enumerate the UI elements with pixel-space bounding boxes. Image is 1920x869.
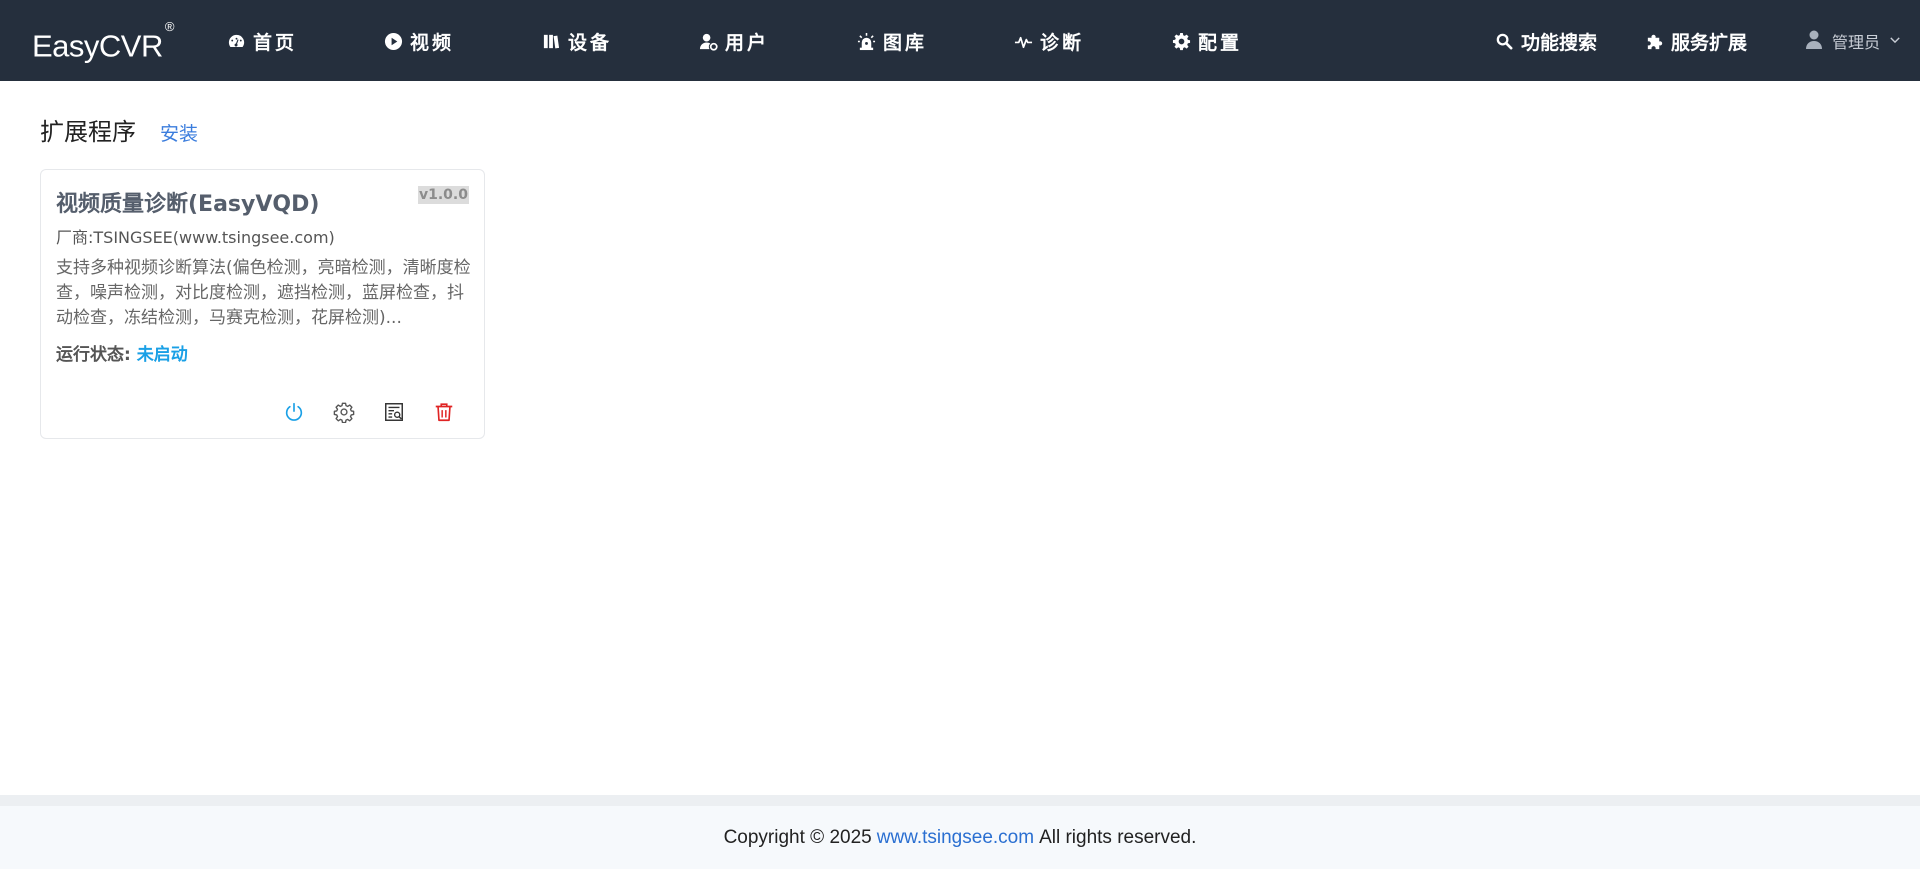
- nav-item-home[interactable]: 首页: [226, 28, 297, 54]
- nav-label: 诊断: [1040, 31, 1085, 54]
- user-name: 管理员: [1831, 33, 1880, 52]
- page-header: 扩展程序 安装: [40, 112, 198, 147]
- user-menu[interactable]: 管理员: [1804, 28, 1902, 54]
- feature-search-label: 功能搜索: [1521, 31, 1598, 54]
- log-view-icon[interactable]: [382, 400, 406, 424]
- plugin-vendor: 厂商:TSINGSEE(www.tsingsee.com): [56, 228, 335, 247]
- library-icon: [541, 31, 561, 51]
- footer-link[interactable]: www.tsingsee.com: [877, 827, 1034, 849]
- service-extension-label: 服务扩展: [1671, 31, 1748, 54]
- gear-icon: [1171, 31, 1191, 51]
- nav-item-video[interactable]: 视频: [383, 28, 454, 54]
- plugin-card: 视频质量诊断(EasyVQD) v1.0.0 厂商:TSINGSEE(www.t…: [40, 169, 485, 439]
- nav-item-config[interactable]: 配置: [1171, 28, 1242, 54]
- status-label: 运行状态:: [56, 345, 131, 365]
- chevron-down-icon: [1888, 32, 1902, 51]
- footer-divider: [0, 795, 1920, 806]
- nav-item-gallery[interactable]: 图库: [856, 28, 927, 54]
- nav-label: 配置: [1198, 31, 1243, 54]
- nav-label: 视频: [410, 31, 455, 54]
- play-circle-icon: [383, 31, 403, 51]
- settings-gear-icon[interactable]: [332, 400, 356, 424]
- user-gear-icon: [698, 31, 718, 51]
- plugin-description: 支持多种视频诊断算法(偏色检测，亮暗检测，清晰度检查，噪声检测，对比度检测，遮挡…: [56, 258, 471, 328]
- nav-label: 图库: [883, 31, 928, 54]
- version-badge: v1.0.0: [418, 186, 469, 204]
- feature-search-button[interactable]: 功能搜索: [1494, 28, 1597, 54]
- app-logo[interactable]: EasyCVR®: [32, 19, 174, 63]
- nav-label: 用户: [725, 31, 770, 54]
- dashboard-icon: [226, 31, 246, 51]
- top-navbar: EasyCVR® 首页 视频 设备 用户 图库 诊断 配置 功能搜索 服务扩展 …: [0, 0, 1920, 81]
- nav-item-device[interactable]: 设备: [541, 28, 612, 54]
- delete-trash-icon[interactable]: [432, 400, 456, 424]
- page-title: 扩展程序: [40, 118, 136, 146]
- copyright-text: Copyright © 2025: [723, 826, 872, 848]
- nav-item-user[interactable]: 用户: [698, 28, 769, 54]
- install-link[interactable]: 安装: [160, 119, 198, 146]
- power-icon[interactable]: [282, 400, 306, 424]
- pulse-icon: [1013, 31, 1033, 51]
- service-extension-button[interactable]: 服务扩展: [1644, 28, 1747, 54]
- rights-text: All rights reserved.: [1039, 826, 1197, 848]
- nav-label: 设备: [568, 31, 613, 54]
- user-avatar-icon: [1804, 29, 1824, 53]
- search-icon: [1494, 31, 1514, 51]
- puzzle-icon: [1644, 31, 1664, 51]
- nav-item-diagnosis[interactable]: 诊断: [1013, 28, 1084, 54]
- plugin-status: 运行状态: 未启动: [56, 340, 188, 365]
- nav-label: 首页: [253, 31, 298, 54]
- alarm-light-icon: [856, 31, 876, 51]
- status-value: 未启动: [136, 345, 188, 365]
- plugin-name: 视频质量诊断(EasyVQD): [56, 192, 320, 217]
- footer: Copyright © 2025 www.tsingsee.com All ri…: [0, 806, 1920, 869]
- plugin-actions: [282, 400, 456, 424]
